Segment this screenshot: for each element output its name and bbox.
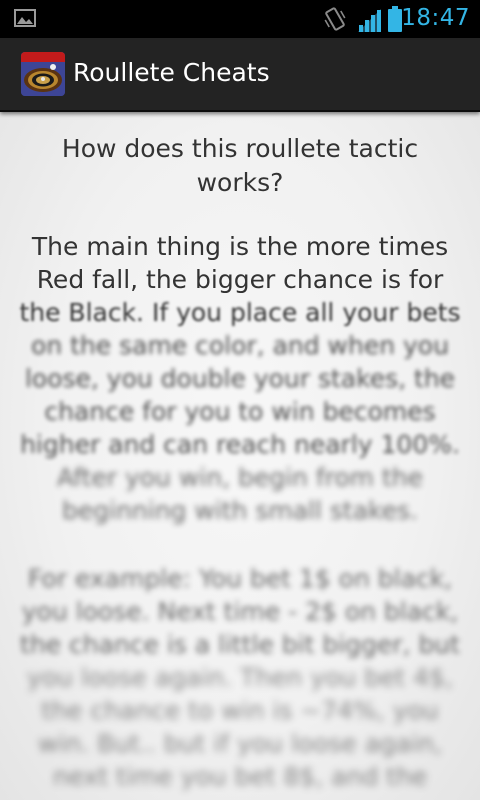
text-line: the Black. If you place all your bets bbox=[19, 298, 461, 327]
text-line: Red fall, the bigger chance is for bbox=[36, 265, 444, 294]
text-line: the chance is a little bit bigger, but bbox=[20, 630, 460, 659]
roulette-wheel-icon[interactable] bbox=[21, 52, 65, 96]
vibrate-icon bbox=[322, 6, 348, 36]
gallery-icon bbox=[14, 9, 36, 27]
text-line: higher and can reach nearly 100%. bbox=[20, 430, 460, 459]
text-line: on the same color, and when you bbox=[31, 331, 449, 360]
status-bar: 18:47 bbox=[0, 0, 480, 38]
text-line: loose, you double your stakes, the bbox=[24, 364, 456, 393]
example-paragraph: For example: You bet 1$ on black, you lo… bbox=[16, 562, 464, 793]
text-line: next time you bet 8$, and the bbox=[52, 762, 428, 791]
status-clock: 18:47 bbox=[401, 5, 470, 31]
signal-icon bbox=[356, 8, 382, 36]
text-line: win. But.. but if you loose again, bbox=[38, 729, 442, 758]
text-line: beginning with small stakes. bbox=[62, 496, 418, 525]
text-line: you loose again. Then you bet 4$, bbox=[27, 663, 453, 692]
action-bar: Roullete Cheats bbox=[0, 38, 480, 112]
question-heading: How does this roullete tactic works? bbox=[61, 134, 419, 197]
text-line: After you win, begin from the bbox=[56, 463, 423, 492]
text-line: you loose. Next time - 2$ on black, bbox=[21, 597, 459, 626]
text-line: The main thing is the more times bbox=[31, 232, 449, 261]
content-area: How does this roullete tactic works? The… bbox=[0, 112, 480, 800]
app-title: Roullete Cheats bbox=[73, 58, 270, 87]
screen: 18:47 Roullete Cheats How does this roul… bbox=[0, 0, 480, 800]
text-line: chance for you to win becomes bbox=[44, 397, 436, 426]
explanation-paragraph: The main thing is the more times Red fal… bbox=[16, 230, 464, 527]
text-line: For example: You bet 1$ on black, bbox=[27, 564, 453, 593]
text-line: the chance to win is ~74%, you bbox=[41, 696, 439, 725]
